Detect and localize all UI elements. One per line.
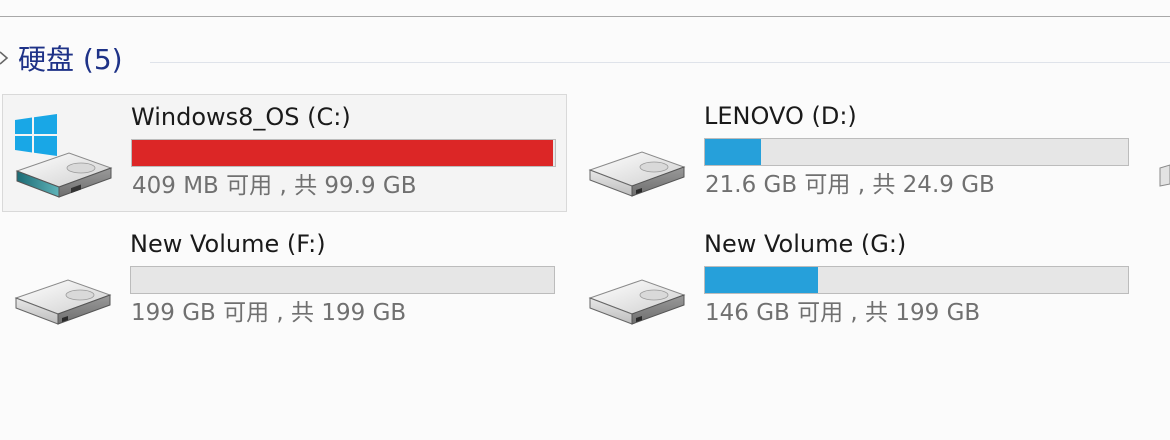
usage-bar bbox=[130, 266, 555, 294]
section-divider bbox=[150, 62, 1170, 63]
usage-fill bbox=[705, 267, 818, 293]
drive-space-text: 199 GB 可用 , 共 199 GB bbox=[131, 300, 407, 326]
drive-space-text: 409 MB 可用 , 共 99.9 GB bbox=[132, 173, 417, 199]
hard-drive-icon bbox=[588, 279, 686, 325]
drive-name: Windows8_OS (C:) bbox=[131, 103, 351, 131]
drive-tile-c[interactable]: Windows8_OS (C:) 409 MB 可用 , 共 99.9 GB bbox=[2, 94, 567, 212]
usage-bar bbox=[704, 138, 1129, 166]
hard-drive-icon bbox=[588, 151, 686, 197]
section-header-hard-drives[interactable]: 硬盘 (5) bbox=[0, 40, 1170, 80]
drive-tile-f[interactable]: New Volume (F:) 199 GB 可用 , 共 199 GB bbox=[2, 222, 567, 340]
hard-drive-icon[interactable] bbox=[1158, 160, 1170, 190]
drive-name: New Volume (G:) bbox=[704, 230, 907, 258]
usage-bar bbox=[704, 266, 1129, 294]
usage-bar bbox=[131, 139, 556, 167]
hard-drive-icon bbox=[14, 279, 112, 325]
drive-space-text: 21.6 GB 可用 , 共 24.9 GB bbox=[705, 172, 995, 198]
usage-fill bbox=[132, 140, 554, 166]
usage-fill bbox=[705, 139, 762, 165]
drive-tile-g[interactable]: New Volume (G:) 146 GB 可用 , 共 199 GB bbox=[576, 222, 1141, 340]
drive-name: New Volume (F:) bbox=[130, 230, 326, 258]
section-title: 硬盘 (5) bbox=[18, 43, 123, 76]
collapse-arrow-icon[interactable] bbox=[0, 51, 12, 65]
top-divider bbox=[0, 16, 1170, 17]
drive-name: LENOVO (D:) bbox=[704, 102, 857, 130]
drive-space-text: 146 GB 可用 , 共 199 GB bbox=[705, 300, 981, 326]
drive-tile-d[interactable]: LENOVO (D:) 21.6 GB 可用 , 共 24.9 GB bbox=[576, 94, 1141, 212]
windows-drive-icon bbox=[15, 114, 113, 198]
